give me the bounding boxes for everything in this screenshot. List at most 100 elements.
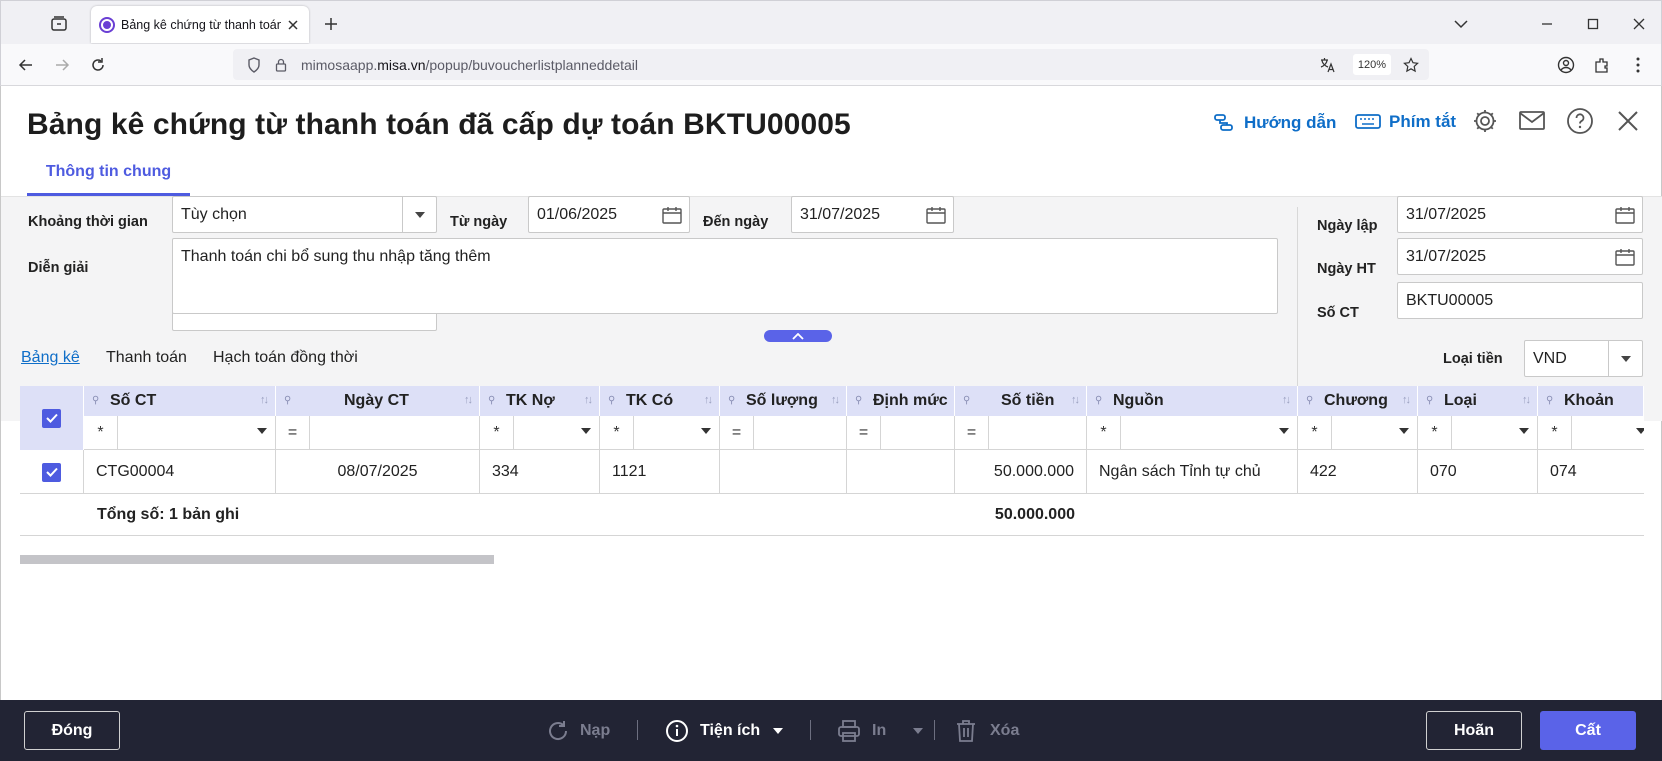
window-close-icon[interactable] (1629, 14, 1649, 34)
filter-chuong[interactable]: * (1298, 416, 1418, 450)
forward-icon[interactable] (51, 54, 73, 76)
subtab-payment[interactable]: Thanh toán (106, 349, 187, 367)
utilities-button[interactable]: Tiện ích (664, 716, 788, 746)
pin-icon[interactable]: ⚲ (963, 395, 973, 407)
browser-tab-active[interactable]: Bảng kê chứng từ thanh toán đ (91, 6, 309, 43)
menu-icon[interactable] (1627, 54, 1649, 76)
account-icon[interactable] (1555, 54, 1577, 76)
filter-so-luong[interactable]: = (720, 416, 847, 450)
filter-operator[interactable]: = (955, 416, 989, 450)
url-bar[interactable]: mimosaapp.misa.vn/popup/buvoucherlistpla… (233, 49, 1429, 80)
filter-dinh-muc[interactable]: = (847, 416, 955, 450)
currency-select[interactable]: VND (1524, 340, 1643, 377)
settings-gear-icon[interactable] (1470, 106, 1500, 136)
sort-icon[interactable]: ↑↓ (831, 394, 840, 406)
filter-nguon[interactable]: * (1087, 416, 1298, 450)
close-popup-icon[interactable] (1613, 106, 1643, 136)
pin-icon[interactable]: ⚲ (1306, 395, 1316, 407)
pin-icon[interactable]: ⚲ (728, 395, 738, 407)
filter-operator[interactable]: * (480, 416, 514, 450)
reload-button[interactable]: Nạp (544, 716, 610, 746)
col-header-dinh-muc[interactable]: ⚲ Định mức (847, 386, 955, 416)
tab-general-info[interactable]: Thông tin chung (27, 150, 190, 196)
chevron-down-icon[interactable] (1636, 428, 1644, 434)
delete-button[interactable]: Xóa (954, 716, 1019, 746)
maximize-icon[interactable] (1583, 14, 1603, 34)
close-tab-icon[interactable] (285, 19, 301, 31)
pin-icon[interactable]: ⚲ (1095, 395, 1105, 407)
description-textarea[interactable]: Thanh toán chi bổ sung thu nhập tăng thê… (172, 238, 1278, 314)
pin-icon[interactable]: ⚲ (284, 395, 294, 407)
filter-operator[interactable]: * (600, 416, 634, 450)
filter-tk-co[interactable]: * (600, 416, 720, 450)
print-button[interactable]: In (836, 716, 928, 746)
filter-operator[interactable]: * (1538, 416, 1572, 450)
col-header-so-tien[interactable]: ⚲ Số tiền ↑↓ (955, 386, 1087, 416)
filter-so-tien[interactable]: = (955, 416, 1087, 450)
pin-icon[interactable]: ⚲ (1426, 395, 1436, 407)
shield-icon[interactable] (239, 56, 269, 73)
sort-icon[interactable]: ↑↓ (704, 394, 713, 406)
filter-operator[interactable]: * (1418, 416, 1452, 450)
col-header-khoan[interactable]: ⚲ Khoản (1538, 386, 1644, 416)
col-header-tk-no[interactable]: ⚲ TK Nợ ↑↓ (480, 386, 600, 416)
col-header-tk-co[interactable]: ⚲ TK Có ↑↓ (600, 386, 720, 416)
horizontal-scrollbar[interactable] (20, 555, 494, 564)
extensions-icon[interactable] (1591, 54, 1613, 76)
calendar-icon[interactable] (655, 197, 689, 232)
col-header-ngay-ct[interactable]: ⚲ Ngày CT ↑↓ (276, 386, 480, 416)
subtab-list[interactable]: Bảng kê (21, 349, 80, 367)
chevron-down-icon[interactable] (1279, 428, 1289, 434)
pin-icon[interactable]: ⚲ (1546, 395, 1556, 407)
filter-ngay-ct[interactable]: = (276, 416, 480, 450)
sort-icon[interactable]: ↑↓ (464, 394, 473, 406)
col-header-chuong[interactable]: ⚲ Chương ↑↓ (1298, 386, 1418, 416)
voucher-number-input[interactable]: BKTU00005 (1397, 282, 1643, 319)
close-button[interactable]: Đóng (24, 711, 120, 750)
chevron-down-icon[interactable] (581, 428, 591, 434)
filter-operator[interactable]: = (847, 416, 881, 450)
cell-so-luong[interactable] (720, 450, 847, 494)
cell-loai[interactable]: 070 (1418, 450, 1538, 494)
select-all-checkbox[interactable] (42, 408, 61, 428)
row-checkbox[interactable] (42, 462, 61, 482)
bookmark-star-icon[interactable] (1401, 55, 1421, 75)
filter-operator[interactable]: * (1087, 416, 1121, 450)
guide-link[interactable]: Hướng dẫn (1212, 112, 1336, 134)
reload-icon[interactable] (87, 54, 109, 76)
filter-operator[interactable]: = (276, 416, 310, 450)
cell-khoan[interactable]: 074 (1538, 450, 1644, 494)
chevron-down-icon[interactable] (701, 428, 711, 434)
cell-ngay-ct[interactable]: 08/07/2025 (276, 450, 480, 494)
chevron-down-icon[interactable] (1608, 341, 1642, 376)
new-tab-icon[interactable] (321, 14, 341, 34)
pin-icon[interactable]: ⚲ (488, 395, 498, 407)
col-header-so-ct[interactable]: ⚲ Số CT ↑↓ (84, 386, 276, 416)
filter-operator[interactable]: * (84, 416, 118, 450)
cell-dinh-muc[interactable] (847, 450, 955, 494)
filter-so-ct[interactable]: * (84, 416, 276, 450)
calendar-icon[interactable] (919, 197, 953, 232)
posting-date-field[interactable]: 31/07/2025 (1397, 238, 1643, 275)
table-row[interactable]: CTG00004 08/07/2025 334 1121 50.000.000 … (20, 450, 1644, 494)
shortcut-link[interactable]: Phím tắt (1355, 112, 1456, 132)
col-header-so-luong[interactable]: ⚲ Số lượng ↑↓ (720, 386, 847, 416)
cell-nguon[interactable]: Ngân sách Tỉnh tự chủ (1087, 450, 1298, 494)
from-date-field[interactable]: 01/06/2025 (528, 196, 690, 233)
sort-icon[interactable]: ↑↓ (1282, 394, 1291, 406)
to-date-field[interactable]: 31/07/2025 (791, 196, 954, 233)
sort-icon[interactable]: ↑↓ (1522, 394, 1531, 406)
lock-icon[interactable] (269, 58, 293, 72)
created-date-field[interactable]: 31/07/2025 (1397, 196, 1643, 233)
cell-so-ct[interactable]: CTG00004 (84, 450, 276, 494)
filter-loai[interactable]: * (1418, 416, 1538, 450)
pin-icon[interactable]: ⚲ (608, 395, 618, 407)
save-button[interactable]: Cất (1540, 711, 1636, 750)
sort-icon[interactable]: ↑↓ (584, 394, 593, 406)
back-icon[interactable] (15, 54, 37, 76)
pin-icon[interactable]: ⚲ (92, 395, 102, 407)
filter-khoan[interactable]: * (1538, 416, 1644, 450)
collapse-form-button[interactable] (764, 330, 832, 342)
col-header-loai[interactable]: ⚲ Loại ↑↓ (1418, 386, 1538, 416)
cell-so-tien[interactable]: 50.000.000 (955, 450, 1087, 494)
